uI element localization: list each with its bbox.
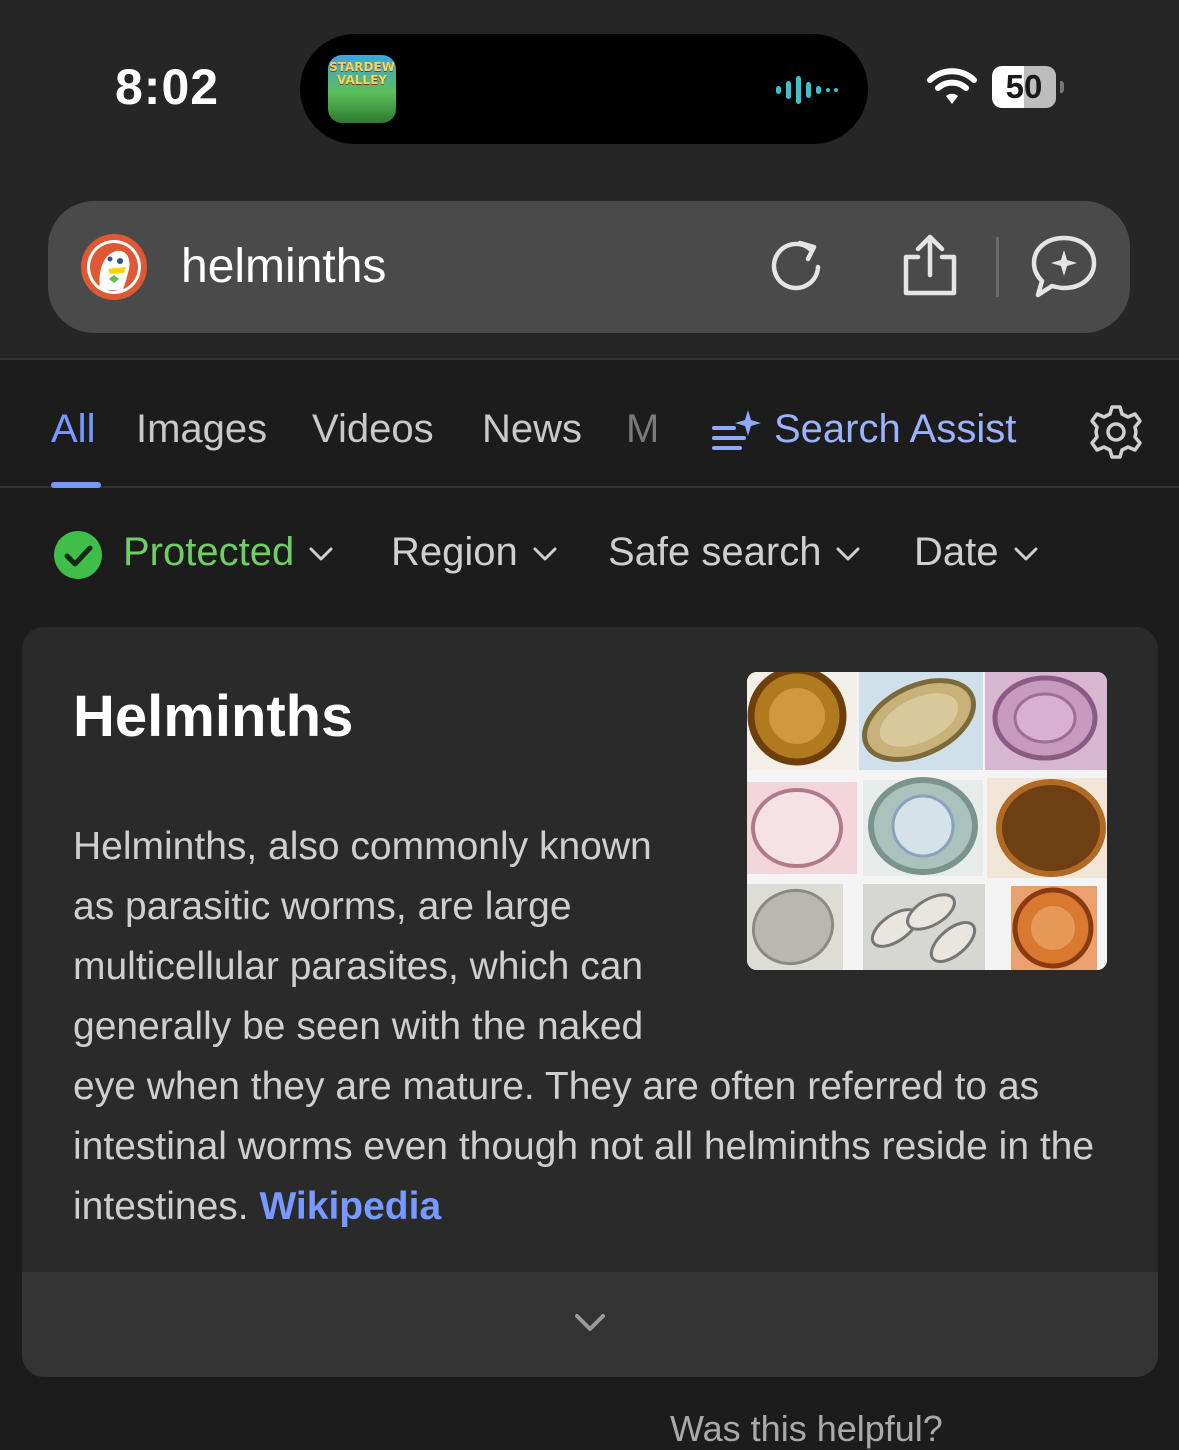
duckduckgo-logo[interactable] <box>80 233 148 301</box>
search-assist-label: Search Assist <box>774 407 1017 451</box>
reload-icon[interactable] <box>766 235 830 299</box>
wifi-icon <box>927 68 977 104</box>
active-tab-indicator <box>51 482 101 488</box>
dynamic-island[interactable]: STARDEW VALLEY <box>300 34 868 144</box>
expand-card-button[interactable] <box>22 1272 1158 1377</box>
app-thumbnail-text: STARDEW VALLEY <box>329 60 395 87</box>
chevron-down-icon <box>533 547 557 561</box>
knowledge-card: Helminths Helminths, also commonly known… <box>22 627 1158 1377</box>
chevron-down-icon <box>1014 547 1037 561</box>
image-float-spacer <box>683 817 1103 1042</box>
search-assist-icon <box>712 410 761 450</box>
tab-videos[interactable]: Videos <box>312 407 434 452</box>
waveform-icon <box>776 76 838 104</box>
status-time: 8:02 <box>115 59 220 115</box>
filter-region-label: Region <box>391 530 518 574</box>
app-thumbnail: STARDEW VALLEY <box>328 55 396 123</box>
filter-protected-label: Protected <box>123 530 295 574</box>
tab-maps-truncated[interactable]: M <box>626 407 656 452</box>
battery-percentage: 50 <box>1005 68 1043 105</box>
search-query[interactable]: helminths <box>181 239 386 294</box>
tab-images[interactable]: Images <box>136 407 267 452</box>
ai-chat-icon[interactable] <box>1030 233 1098 299</box>
address-bar[interactable]: helminths <box>48 201 1130 333</box>
battery-icon: 50 <box>992 66 1064 108</box>
tab-all[interactable]: All <box>51 407 95 452</box>
filter-safe-search[interactable]: Safe search <box>608 530 861 575</box>
chevron-down-icon <box>575 1314 605 1331</box>
feedback-prompt: Was this helpful? <box>670 1408 943 1449</box>
filter-date[interactable]: Date <box>914 530 1039 575</box>
check-circle-icon <box>54 531 102 579</box>
chevron-down-icon <box>836 547 860 561</box>
gear-icon[interactable] <box>1088 404 1144 460</box>
card-description: Helminths, also commonly known as parasi… <box>73 817 1103 1237</box>
filter-safe-search-label: Safe search <box>608 530 822 574</box>
toolbar-divider <box>996 237 999 297</box>
wikipedia-link[interactable]: Wikipedia <box>259 1185 441 1228</box>
battery-nub <box>1060 81 1064 93</box>
chevron-down-icon <box>309 547 333 561</box>
share-icon[interactable] <box>898 231 962 299</box>
filter-protected[interactable]: Protected <box>123 530 334 575</box>
battery-level: 50 <box>992 66 1056 108</box>
card-title: Helminths <box>73 684 354 749</box>
tab-news[interactable]: News <box>482 407 582 452</box>
filter-date-label: Date <box>914 530 999 574</box>
filter-region[interactable]: Region <box>391 530 558 575</box>
